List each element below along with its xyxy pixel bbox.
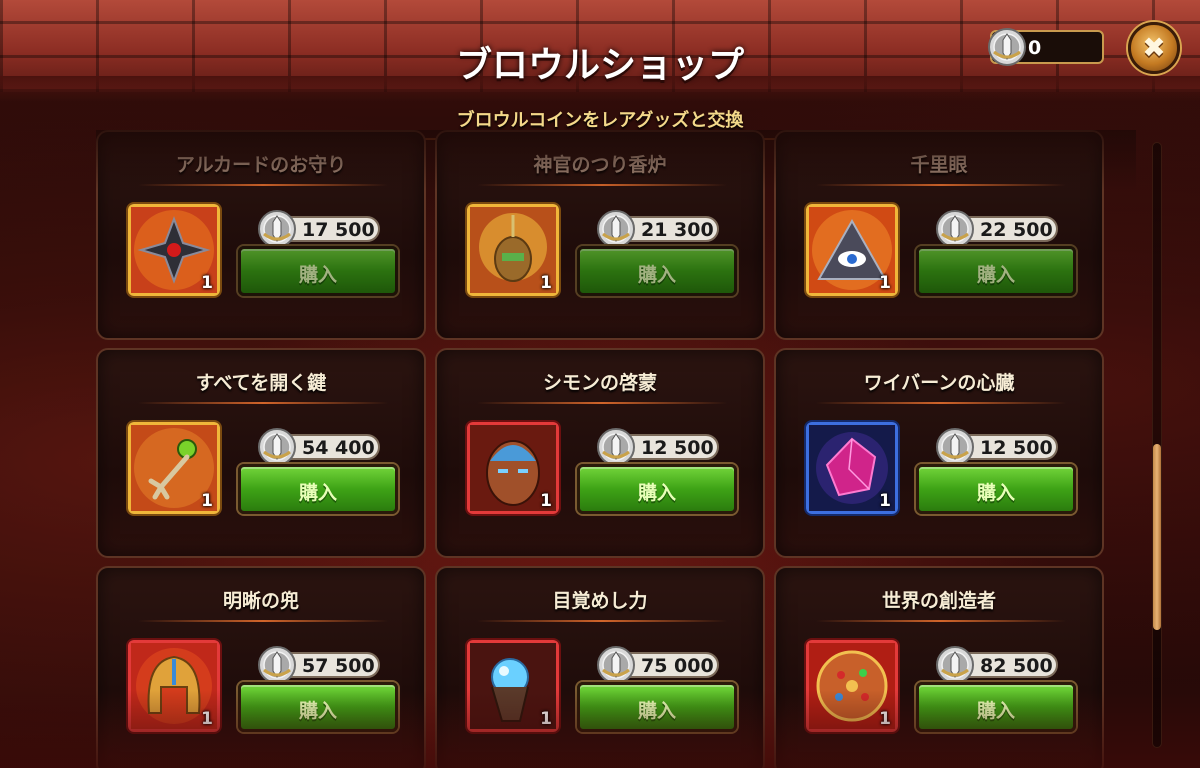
buy-button-label: 購入 — [298, 700, 337, 722]
buy-button[interactable]: 購入 — [238, 246, 398, 296]
buy-button-label: 購入 — [976, 264, 1015, 286]
item-icon-slot[interactable]: 1 — [806, 422, 898, 514]
item-name: 神官のつり香炉 — [533, 154, 667, 176]
item-icon-slot[interactable]: 1 — [128, 422, 220, 514]
buy-button[interactable]: 購入 — [238, 464, 398, 514]
item-divider — [477, 620, 727, 622]
item-price: 12 500 — [597, 428, 719, 466]
shop-item-card: シモンの啓蒙 1 12 500 購入 — [435, 348, 765, 558]
brawl-coin-icon — [597, 210, 635, 248]
item-quantity: 1 — [879, 273, 891, 293]
item-price: 54 400 — [258, 428, 380, 466]
shop-item-card: 神官のつり香炉 1 21 300 購入 — [435, 130, 765, 340]
item-name: 目覚めし力 — [552, 590, 648, 612]
item-icon-slot[interactable]: 1 — [467, 422, 559, 514]
item-divider — [477, 402, 727, 404]
shop-item-card: 世界の創造者 1 82 500 購入 — [774, 566, 1104, 768]
item-divider — [138, 402, 388, 404]
buy-button-label: 購入 — [298, 264, 337, 286]
item-price: 21 300 — [597, 210, 719, 248]
item-icon-slot[interactable]: 1 — [467, 640, 559, 732]
item-icon-slot[interactable]: 1 — [467, 204, 559, 296]
item-price-value: 12 500 — [980, 437, 1053, 459]
coin-balance-display: 0 — [988, 28, 1104, 66]
buy-button-label: 購入 — [298, 482, 337, 504]
item-icon-slot[interactable]: 1 — [806, 640, 898, 732]
buy-button[interactable]: 購入 — [916, 246, 1076, 296]
buy-button[interactable]: 購入 — [238, 682, 398, 732]
buy-button[interactable]: 購入 — [577, 682, 737, 732]
item-name: 世界の創造者 — [881, 590, 996, 612]
item-name: シモンの啓蒙 — [542, 372, 657, 394]
item-price: 12 500 — [936, 428, 1058, 466]
shop-item-card: すべてを開く鍵 1 54 400 購入 — [96, 348, 426, 558]
shop-item-card: 明晰の兜 1 57 500 購入 — [96, 566, 426, 768]
shop-item-card: 目覚めし力 1 75 000 購入 — [435, 566, 765, 768]
item-name: ワイバーンの心臓 — [863, 372, 1015, 394]
shop-item-card: ワイバーンの心臓 1 12 500 購入 — [774, 348, 1104, 558]
item-price-value: 75 000 — [641, 655, 714, 677]
item-name: すべてを開く鍵 — [195, 372, 327, 394]
brawl-coin-icon — [988, 28, 1026, 66]
item-name: 明晰の兜 — [222, 590, 299, 612]
buy-button-label: 購入 — [976, 482, 1015, 504]
brawl-coin-icon — [597, 646, 635, 684]
shop-subtitle: ブロウルコインをレアグッズと交換 — [456, 110, 744, 131]
item-price-value: 21 300 — [641, 219, 714, 241]
buy-button-label: 購入 — [637, 264, 676, 286]
buy-button[interactable]: 購入 — [916, 682, 1076, 732]
item-quantity: 1 — [201, 273, 213, 293]
item-name: アルカードのお守り — [175, 154, 347, 176]
buy-button[interactable]: 購入 — [577, 246, 737, 296]
item-price-value: 57 500 — [302, 655, 375, 677]
buy-button-label: 購入 — [637, 482, 676, 504]
item-grid[interactable]: アルカードのお守り 1 17 500 購入 神官のつり香炉 1 21 300 購入 千里眼 1 22… — [96, 130, 1136, 768]
item-divider — [816, 184, 1066, 186]
item-price-value: 12 500 — [641, 437, 714, 459]
close-icon: ✖ — [1142, 31, 1166, 64]
buy-button[interactable]: 購入 — [577, 464, 737, 514]
brawl-coin-icon — [258, 428, 296, 466]
brawl-coin-icon — [258, 210, 296, 248]
item-price: 75 000 — [597, 646, 719, 684]
item-price: 17 500 — [258, 210, 380, 248]
item-quantity: 1 — [540, 709, 552, 729]
coin-balance-value: 0 — [1028, 37, 1042, 59]
scrollbar[interactable] — [1152, 142, 1162, 748]
item-price: 57 500 — [258, 646, 380, 684]
item-price-value: 54 400 — [302, 437, 375, 459]
close-button[interactable]: ✖ — [1128, 22, 1180, 74]
item-quantity: 1 — [540, 491, 552, 511]
item-quantity: 1 — [201, 709, 213, 729]
item-price: 82 500 — [936, 646, 1058, 684]
item-quantity: 1 — [201, 491, 213, 511]
item-divider — [477, 184, 727, 186]
item-divider — [816, 620, 1066, 622]
item-quantity: 1 — [540, 273, 552, 293]
item-name: 千里眼 — [910, 154, 968, 176]
item-icon-slot[interactable]: 1 — [128, 204, 220, 296]
buy-button-label: 購入 — [637, 700, 676, 722]
brawl-coin-icon — [597, 428, 635, 466]
scrollbar-thumb[interactable] — [1153, 444, 1161, 630]
item-price-value: 82 500 — [980, 655, 1053, 677]
brawl-coin-icon — [936, 210, 974, 248]
brawl-coin-icon — [936, 428, 974, 466]
item-divider — [816, 402, 1066, 404]
item-price: 22 500 — [936, 210, 1058, 248]
shop-item-card: アルカードのお守り 1 17 500 購入 — [96, 130, 426, 340]
item-quantity: 1 — [879, 709, 891, 729]
item-icon-slot[interactable]: 1 — [128, 640, 220, 732]
brawl-coin-icon — [258, 646, 296, 684]
item-divider — [138, 620, 388, 622]
buy-button[interactable]: 購入 — [916, 464, 1076, 514]
shop-item-card: 千里眼 1 22 500 購入 — [774, 130, 1104, 340]
item-divider — [138, 184, 388, 186]
item-price-value: 17 500 — [302, 219, 375, 241]
item-quantity: 1 — [879, 491, 891, 511]
buy-button-label: 購入 — [976, 700, 1015, 722]
brawl-coin-icon — [936, 646, 974, 684]
item-price-value: 22 500 — [980, 219, 1053, 241]
item-icon-slot[interactable]: 1 — [806, 204, 898, 296]
